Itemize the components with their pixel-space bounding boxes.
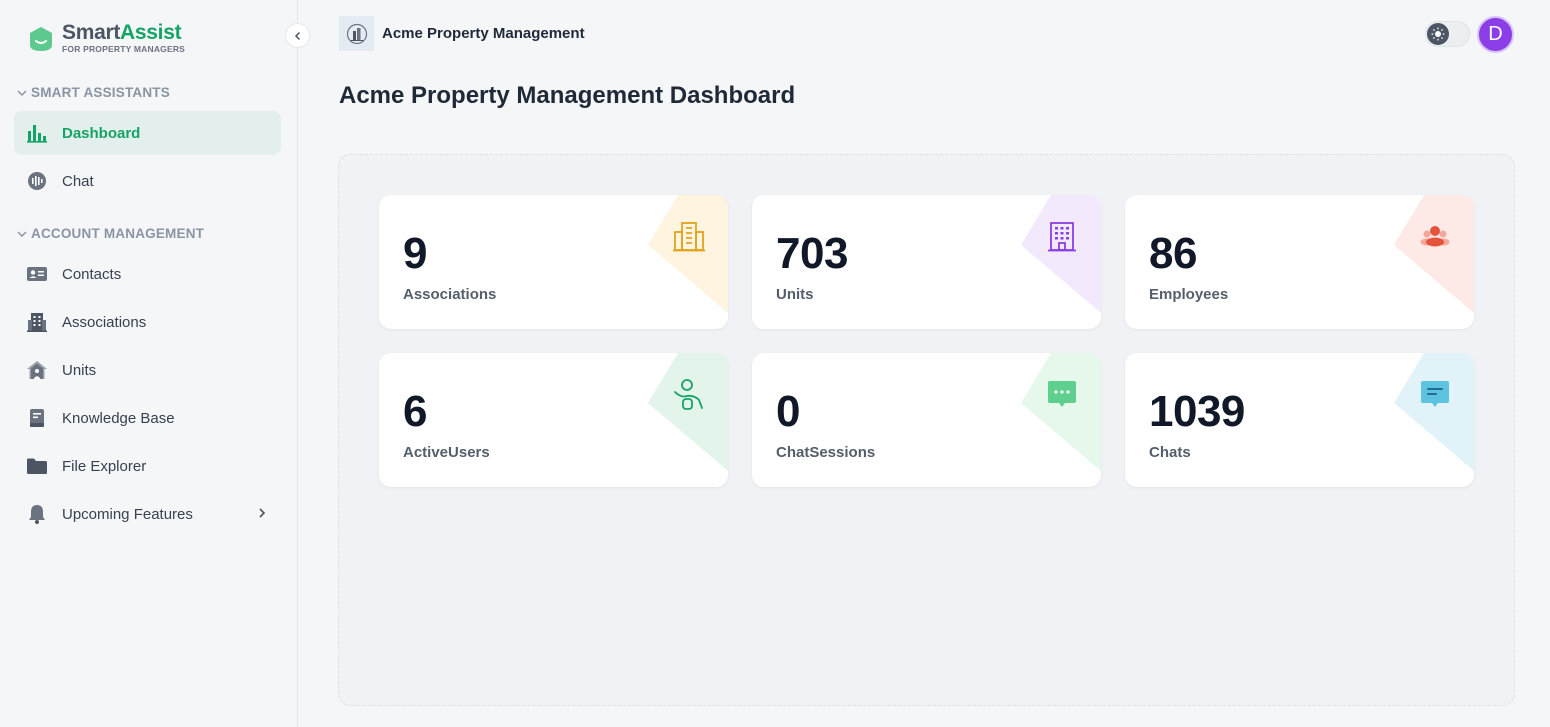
people-icon xyxy=(1420,226,1450,247)
sidebar-item-chat[interactable]: Chat xyxy=(14,159,281,203)
stat-label: ActiveUsers xyxy=(403,444,490,461)
stat-value: 86 xyxy=(1149,229,1197,278)
stat-label: Employees xyxy=(1149,286,1229,303)
sidebar-item-associations[interactable]: Associations xyxy=(14,300,281,344)
avatar[interactable]: D xyxy=(1477,16,1514,53)
stat-value: 9 xyxy=(403,229,427,278)
section-title: SMART ASSISTANTS xyxy=(31,85,170,100)
stat-value: 703 xyxy=(776,229,848,278)
theme-toggle-knob xyxy=(1427,23,1449,45)
stat-card-active-users[interactable]: 6 ActiveUsers xyxy=(379,353,728,487)
card-decoration xyxy=(1021,195,1101,313)
collapse-sidebar-button[interactable] xyxy=(285,23,310,48)
stat-label: Chats xyxy=(1149,444,1191,461)
sidebar-item-label: Associations xyxy=(62,313,147,331)
building-icon xyxy=(26,311,48,333)
logo-icon xyxy=(30,27,52,51)
card-decoration xyxy=(1394,353,1474,471)
folder-icon xyxy=(26,455,48,477)
chat-icon xyxy=(26,170,48,192)
sidebar-item-upcoming-features[interactable]: Upcoming Features xyxy=(14,492,281,536)
sidebar-item-label: File Explorer xyxy=(62,457,147,475)
page-title: Acme Property Management Dashboard xyxy=(339,82,796,109)
sidebar-item-label: Dashboard xyxy=(62,124,141,142)
stat-label: Associations xyxy=(403,286,497,303)
stat-value: 1039 xyxy=(1149,387,1245,436)
sidebar-item-dashboard[interactable]: Dashboard xyxy=(14,111,281,155)
app-logo[interactable]: SmartAssist FOR PROPERTY MANAGERS xyxy=(27,22,185,54)
stat-label: Units xyxy=(776,286,814,303)
apartment-icon xyxy=(1048,222,1076,252)
org-logo-icon xyxy=(346,23,367,44)
bell-icon xyxy=(26,503,48,525)
logo-smart-text: Smart xyxy=(62,21,121,44)
section-account-management[interactable]: ACCOUNT MANAGEMENT xyxy=(16,226,204,241)
org-logo[interactable] xyxy=(339,16,374,51)
sidebar-item-label: Chat xyxy=(62,172,94,190)
sidebar-item-knowledge-base[interactable]: Knowledge Base xyxy=(14,396,281,440)
sidebar-item-contacts[interactable]: Contacts xyxy=(14,252,281,296)
chevron-right-icon xyxy=(259,508,266,518)
stat-card-chats[interactable]: 1039 Chats xyxy=(1125,353,1474,487)
stat-card-associations[interactable]: 9 Associations xyxy=(379,195,728,329)
logo-assist-text: Assist xyxy=(120,21,182,44)
sidebar-item-file-explorer[interactable]: File Explorer xyxy=(14,444,281,488)
message-icon xyxy=(1421,381,1449,407)
office-building-icon xyxy=(673,222,705,252)
house-icon xyxy=(26,359,48,381)
section-smart-assistants[interactable]: SMART ASSISTANTS xyxy=(16,85,170,100)
stat-value: 6 xyxy=(403,387,427,436)
sidebar: SmartAssist FOR PROPERTY MANAGERS SMART … xyxy=(0,0,298,727)
contact-card-icon xyxy=(26,263,48,285)
stat-card-employees[interactable]: 86 Employees xyxy=(1125,195,1474,329)
chevron-down-icon xyxy=(17,89,27,96)
sidebar-item-label: Knowledge Base xyxy=(62,409,175,427)
card-decoration xyxy=(1021,353,1101,471)
stat-card-units[interactable]: 703 Units xyxy=(752,195,1101,329)
sidebar-item-label: Units xyxy=(62,361,97,379)
chat-bubble-icon xyxy=(1048,381,1076,407)
org-name: Acme Property Management xyxy=(382,25,585,42)
sun-icon xyxy=(1431,27,1445,41)
stat-label: ChatSessions xyxy=(776,444,876,461)
card-decoration xyxy=(648,353,728,471)
card-decoration xyxy=(648,195,728,313)
stat-card-chat-sessions[interactable]: 0 ChatSessions xyxy=(752,353,1101,487)
logo-subtitle: FOR PROPERTY MANAGERS xyxy=(62,44,186,54)
chevron-left-icon xyxy=(294,31,300,40)
sidebar-item-label: Contacts xyxy=(62,265,122,283)
sidebar-item-units[interactable]: Units xyxy=(14,348,281,392)
section-title: ACCOUNT MANAGEMENT xyxy=(31,226,205,241)
user-wave-icon xyxy=(674,379,703,410)
theme-toggle[interactable] xyxy=(1425,21,1470,47)
sidebar-item-label: Upcoming Features xyxy=(62,505,193,523)
stat-value: 0 xyxy=(776,387,800,436)
chevron-down-icon xyxy=(17,230,27,237)
book-icon xyxy=(26,407,48,429)
card-decoration xyxy=(1394,195,1474,313)
bar-chart-icon xyxy=(26,122,48,144)
stats-panel: 9 Associations 703 Units 86 Employees 6 … xyxy=(338,154,1515,706)
